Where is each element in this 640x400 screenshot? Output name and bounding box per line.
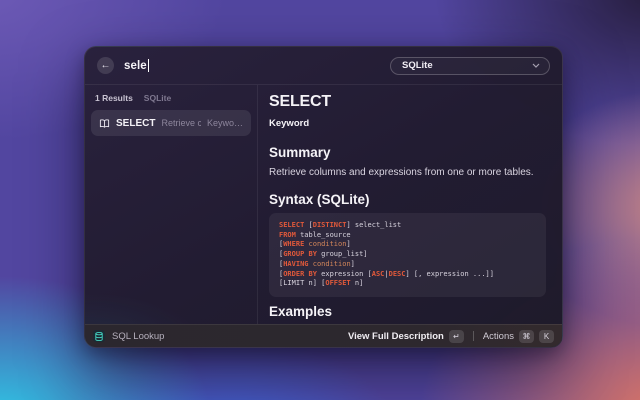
results-count-label: 1 Results [95,93,133,103]
app-identity: SQL Lookup [93,330,348,342]
result-title: SELECT [116,118,155,129]
syntax-heading: Syntax (SQLite) [269,192,546,208]
cmd-key-badge: ⌘ [519,330,534,343]
results-scope-label: SQLite [144,93,171,103]
footer-divider [473,331,474,341]
action-bar: SQL Lookup View Full Description ↵ Actio… [85,324,562,347]
text-cursor [148,59,149,72]
sql-lookup-window: ← sele SQLite 1 Results SQLite [84,46,563,348]
result-subtitle: Retrieve colu… [161,118,201,128]
database-icon [93,330,105,342]
k-key-badge: K [539,330,554,343]
summary-text: Retrieve columns and expressions from on… [269,166,546,179]
chevron-down-icon [532,63,540,68]
back-button[interactable]: ← [97,57,114,74]
desktop-background: ← sele SQLite 1 Results SQLite [0,0,640,400]
search-bar: ← sele SQLite [85,47,562,85]
back-arrow-icon: ← [101,61,111,71]
summary-heading: Summary [269,145,546,161]
app-name-label: SQL Lookup [112,331,164,342]
view-full-description-button[interactable]: View Full Description [348,331,444,342]
code-line: [HAVING condition] [279,260,536,270]
book-icon [99,118,110,129]
search-input[interactable]: sele [124,59,390,72]
search-query-text: sele [124,60,147,72]
code-line: [WHERE condition] [279,240,536,250]
detail-panel: SELECT Keyword Summary Retrieve columns … [258,85,562,324]
examples-heading: Examples [269,304,546,320]
language-scope-dropdown[interactable]: SQLite [390,57,550,75]
code-line: SELECT [DISTINCT] select_list [279,221,536,231]
result-item-select[interactable]: SELECT Retrieve colu… Keywo… [91,110,251,136]
result-type: Keywo… [207,118,243,128]
detail-title: SELECT [269,93,546,111]
syntax-code-block: SELECT [DISTINCT] select_listFROM table_… [269,213,546,297]
code-line: [LIMIT n] [OFFSET n] [279,279,536,289]
code-line: FROM table_source [279,231,536,241]
scope-value: SQLite [402,60,433,71]
window-body: 1 Results SQLite SELECT Retrieve colu… K… [85,85,562,324]
code-line: [GROUP BY group_list] [279,250,536,260]
detail-type-label: Keyword [269,118,546,129]
return-key-badge: ↵ [449,330,464,343]
actions-button[interactable]: Actions [483,331,514,342]
footer-actions: View Full Description ↵ Actions ⌘ K [348,330,554,343]
code-line: [ORDER BY expression [ASC|DESC] [, expre… [279,270,536,280]
results-sidebar: 1 Results SQLite SELECT Retrieve colu… K… [85,85,258,324]
results-header: 1 Results SQLite [95,93,251,103]
